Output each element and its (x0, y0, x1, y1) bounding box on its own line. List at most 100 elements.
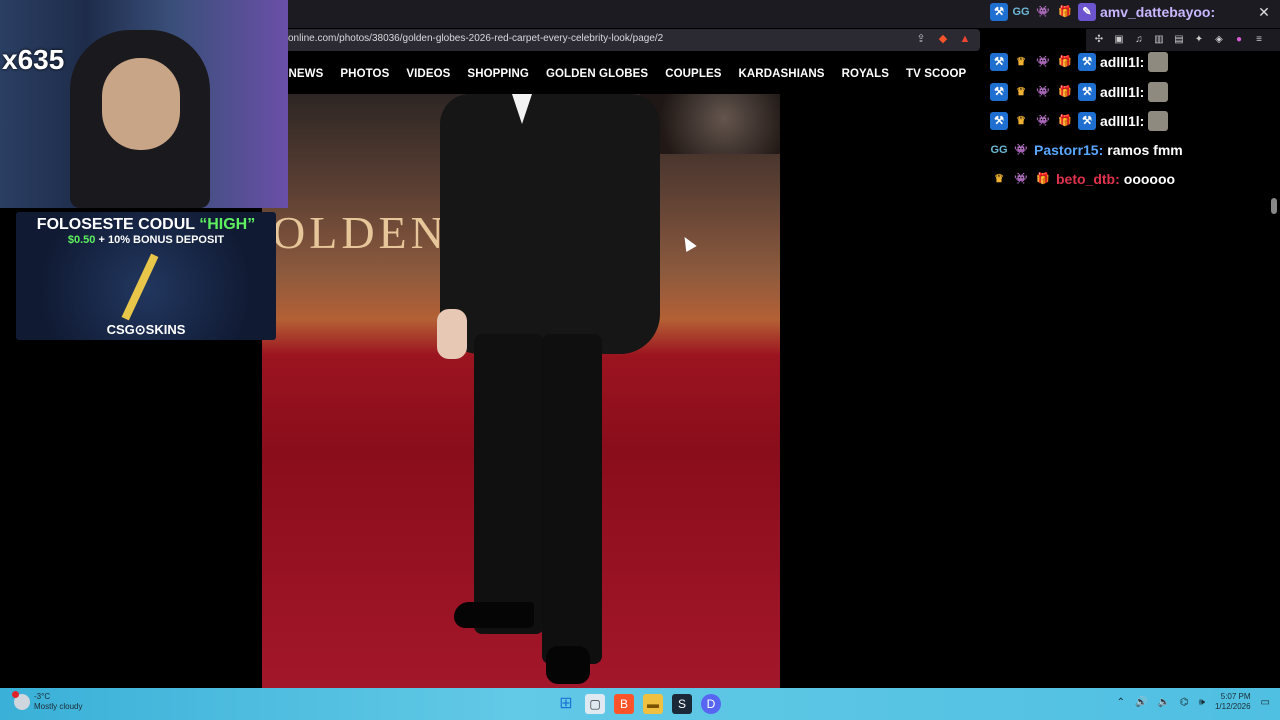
stream-chat: ⚒ GG 👾 🎁 ✎ amv_dattebayoo: ⚒ ♛ 👾 🎁 ⚒ adl… (990, 0, 1280, 200)
notifications-icon[interactable]: ▭ (1261, 697, 1270, 708)
nav-tv-scoop[interactable]: TV SCOOP (898, 62, 975, 86)
gift-badge-icon: 🎁 (1058, 56, 1072, 68)
chat-username[interactable]: adlll1l: (1100, 113, 1144, 129)
clock-date: 1/12/2026 (1214, 702, 1251, 711)
file-explorer-icon[interactable]: ▬ (643, 694, 663, 714)
site-nav: NEWS PHOTOS VIDEOS SHOPPING GOLDEN GLOBE… (280, 62, 975, 86)
weather-temp: -3°C (34, 692, 51, 701)
share-icon[interactable]: ⇪ (914, 32, 928, 46)
streamer-face (102, 58, 180, 150)
webcam-tag: x635 (2, 44, 65, 75)
brave-shield-icon[interactable]: ◆ (936, 32, 950, 46)
weather-text: -3°C Mostly cloudy (34, 692, 82, 712)
cloud-icon (12, 691, 30, 710)
address-bar[interactable]: online.com/photos/38036/golden-globes-20… (282, 29, 980, 51)
nav-kardashians[interactable]: KARDASHIANS (730, 62, 833, 86)
chat-message: ♛ 👾 🎁 beto_dtb: oooooo (990, 167, 1175, 191)
weather-widget[interactable]: -3°C Mostly cloudy (12, 691, 82, 712)
promo-code: “HIGH” (199, 216, 256, 233)
page-scrollbar[interactable] (1270, 54, 1278, 688)
gg-badge-icon: GG (1012, 6, 1030, 18)
trouser-right (542, 334, 602, 664)
windows-start-icon[interactable]: ⊞ (556, 694, 576, 714)
steam-icon[interactable]: S (672, 694, 692, 714)
nav-photos[interactable]: PHOTOS (332, 62, 398, 86)
brave-browser-icon[interactable]: B (614, 694, 634, 714)
promo-subline: $0.50 + 10% BONUS DEPOSIT (16, 234, 276, 246)
hammer-badge-icon: ⚒ (1078, 53, 1096, 71)
gift-badge-icon: 🎁 (1058, 6, 1072, 18)
chat-message: GG 👾 Pastorr15: ramos fmm (990, 138, 1183, 162)
speaker-icon[interactable]: 🔈 (1157, 697, 1169, 708)
shoe-left (454, 602, 534, 628)
knife-graphic (121, 253, 159, 321)
emote-icon (1148, 111, 1169, 131)
nav-shopping[interactable]: SHOPPING (459, 62, 538, 86)
suit-jacket (440, 94, 660, 354)
red-carpet-photo[interactable]: OLDEN (262, 94, 780, 688)
backdrop-lettering: OLDEN (272, 207, 448, 258)
hammer-badge-icon: ⚒ (990, 53, 1008, 71)
chat-message: ⚒ ♛ 👾 🎁 ⚒ adlll1l: (990, 109, 1169, 133)
promo-amount: $0.50 (67, 234, 96, 246)
nav-couples[interactable]: COUPLES (657, 62, 730, 86)
emote-icon (1148, 52, 1169, 72)
chat-username[interactable]: amv_dattebayoo: (1100, 4, 1215, 20)
crown-badge-icon: ♛ (994, 173, 1004, 185)
url-icons: ⇪ ◆ ▲ (914, 32, 972, 46)
gift-badge-icon: 🎁 (1058, 86, 1072, 98)
invader-badge-icon: 👾 (1036, 115, 1050, 127)
nav-videos[interactable]: VIDEOS (398, 62, 459, 86)
promo-prefix: FOLOSESTE CODUL (36, 216, 200, 233)
chat-text: oooooo (1123, 171, 1176, 187)
hammer-badge-icon: ⚒ (1078, 112, 1096, 130)
nav-golden-globes[interactable]: GOLDEN GLOBES (537, 62, 656, 86)
hand (437, 309, 467, 359)
emote-badge-icon: ✎ (1078, 3, 1096, 21)
invader-badge-icon: 👾 (1014, 144, 1028, 156)
promo-brand: CSG⊙SKINS (106, 322, 186, 337)
gift-badge-icon: 🎁 (1058, 115, 1072, 127)
invader-badge-icon: 👾 (1036, 86, 1050, 98)
weather-desc: Mostly cloudy (34, 702, 83, 711)
promo-banner: FOLOSESTE CODUL “HIGH” $0.50 + 10% BONUS… (16, 212, 276, 340)
discord-icon[interactable]: D (701, 694, 721, 714)
chat-username[interactable]: adlll1l: (1100, 54, 1144, 70)
network-icon[interactable]: ⌬ (1180, 697, 1189, 708)
chat-message: ⚒ GG 👾 🎁 ✎ amv_dattebayoo: (990, 0, 1215, 24)
promo-bonus: + 10% BONUS DEPOSIT (95, 234, 225, 246)
emote-icon (1148, 82, 1169, 102)
chat-username[interactable]: beto_dtb: (1056, 171, 1120, 187)
gg-badge-icon: GG (990, 144, 1008, 156)
url-text[interactable]: online.com/photos/38036/golden-globes-20… (288, 33, 663, 44)
chat-message: ⚒ ♛ 👾 🎁 ⚒ adlll1l: (990, 50, 1169, 74)
clock[interactable]: 5:07 PM 1/12/2026 (1215, 692, 1251, 712)
task-view-icon[interactable]: ▢ (585, 694, 605, 714)
hammer-badge-icon: ⚒ (1078, 83, 1096, 101)
crown-badge-icon: ♛ (1016, 86, 1026, 98)
shoe-right (546, 646, 590, 684)
photographers (640, 94, 780, 154)
promo-headline: FOLOSESTE CODUL “HIGH” (16, 216, 276, 234)
hammer-badge-icon: ⚒ (990, 83, 1008, 101)
volume-icon[interactable]: 🔊 (1135, 697, 1147, 708)
trouser-left (474, 334, 544, 634)
invader-badge-icon: 👾 (1036, 56, 1050, 68)
scroll-thumb[interactable] (1271, 198, 1277, 214)
chat-text: ramos fmm (1107, 142, 1183, 158)
system-tray: ⌃ 🔊 🔈 ⌬ 🕪 5:07 PM 1/12/2026 ▭ (1117, 692, 1270, 712)
clock-time: 5:07 PM (1220, 692, 1251, 701)
taskbar-apps: ⊞ ▢ B ▬ S D (556, 694, 721, 714)
crown-badge-icon: ♛ (1016, 56, 1026, 68)
windows-taskbar: -3°C Mostly cloudy ⊞ ▢ B ▬ S D ⌃ 🔊 🔈 ⌬ 🕪… (0, 688, 1280, 720)
gift-badge-icon: 🎁 (1036, 173, 1050, 185)
chevron-up-icon[interactable]: ⌃ (1117, 697, 1125, 708)
webcam-overlay: x635 (0, 0, 288, 208)
brave-rewards-icon[interactable]: ▲ (958, 32, 972, 46)
nav-royals[interactable]: ROYALS (833, 62, 897, 86)
speaker-alt-icon[interactable]: 🕪 (1199, 697, 1205, 708)
chat-message: ⚒ ♛ 👾 🎁 ⚒ adlll1l: (990, 80, 1169, 104)
crown-badge-icon: ♛ (1016, 115, 1026, 127)
chat-username[interactable]: adlll1l: (1100, 84, 1144, 100)
chat-username[interactable]: Pastorr15: (1034, 142, 1103, 158)
